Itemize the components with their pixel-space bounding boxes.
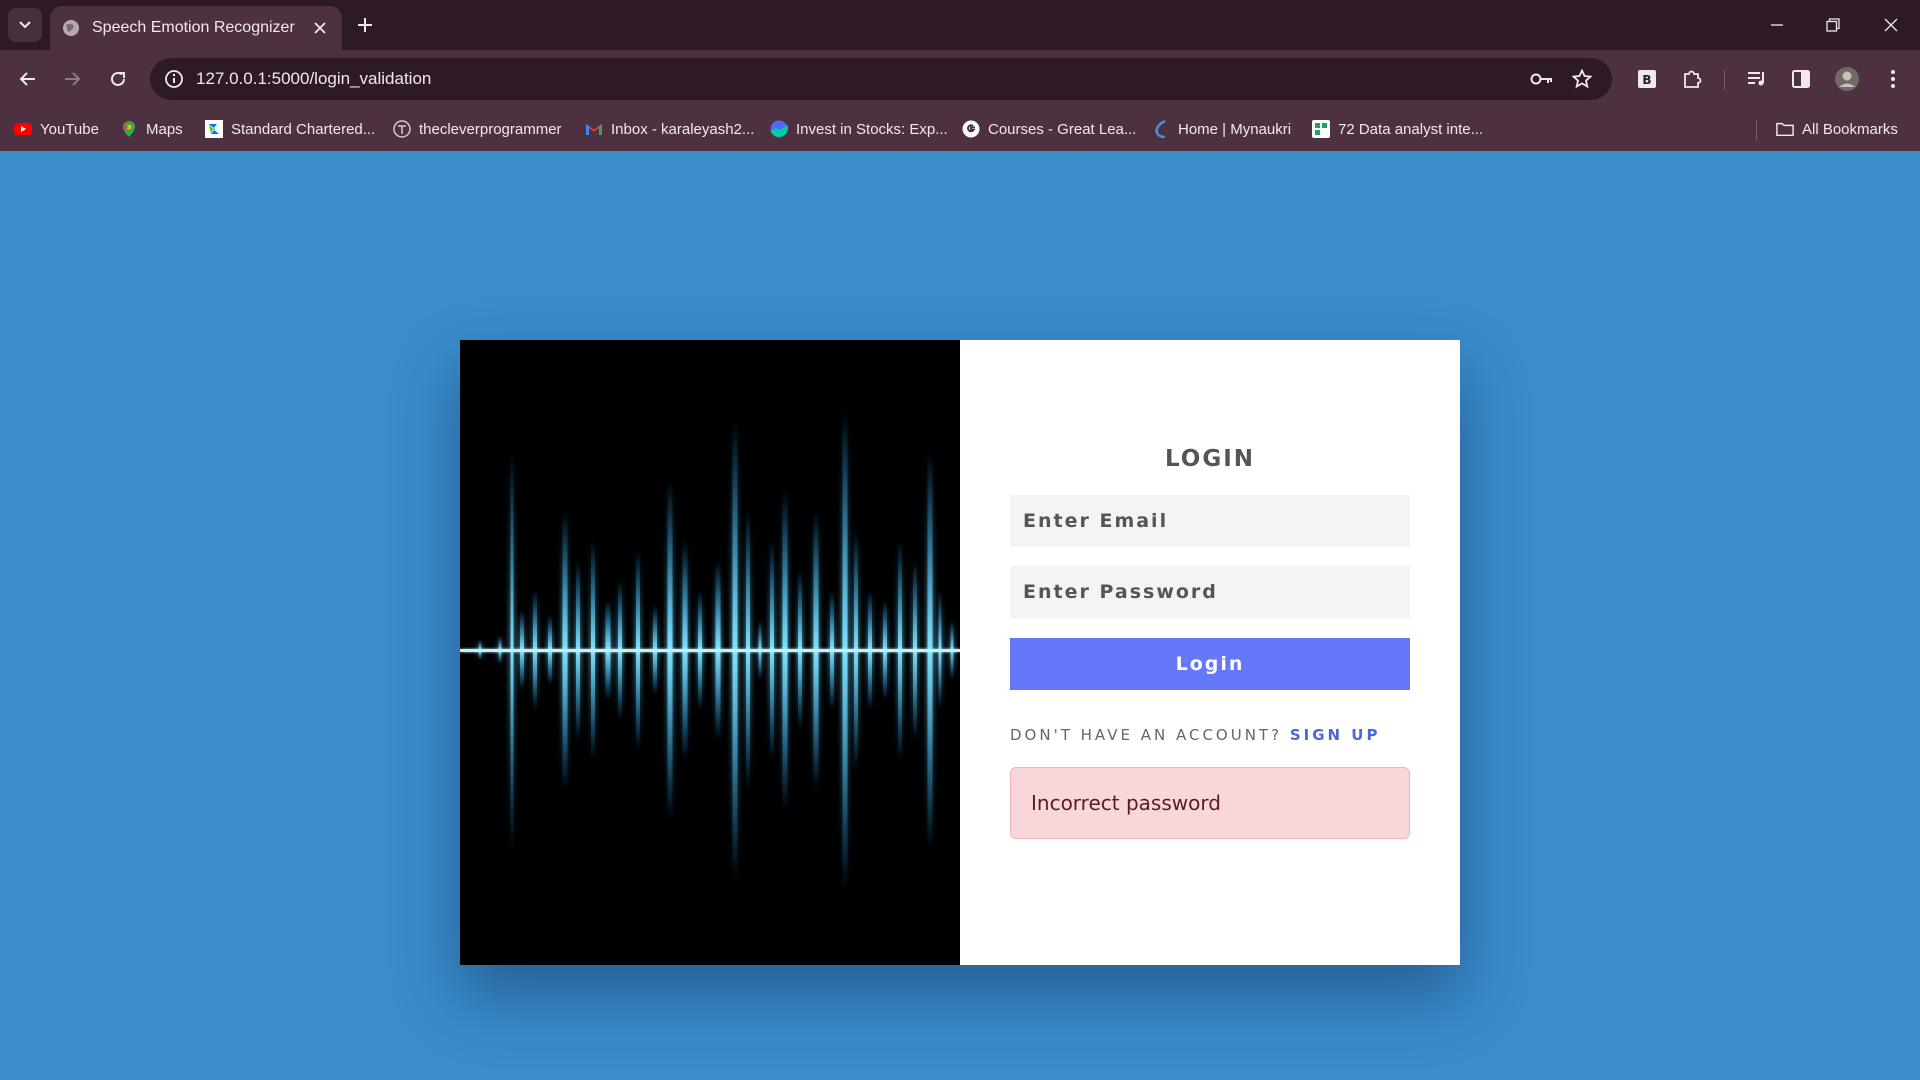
bookmark-youtube[interactable]: YouTube bbox=[14, 116, 99, 142]
minimize-icon bbox=[1771, 24, 1783, 26]
bookmark-standard-chartered[interactable]: Standard Chartered... bbox=[205, 116, 375, 142]
bookmark-maps[interactable]: Maps bbox=[120, 116, 183, 142]
browser-titlebar: Speech Emotion Recognizer bbox=[0, 0, 1920, 50]
bookmark-thecleverprogrammer[interactable]: thecleverprogrammer bbox=[393, 116, 562, 142]
thecleverprogrammer-icon bbox=[393, 120, 411, 138]
google-icon bbox=[962, 120, 980, 138]
bookmark-mynaukri[interactable]: Home | Mynaukri bbox=[1152, 116, 1291, 142]
minimize-button[interactable] bbox=[1762, 10, 1792, 40]
kebab-menu-icon bbox=[1891, 70, 1895, 88]
media-controls-button[interactable] bbox=[1742, 64, 1772, 94]
bookmark-label: Standard Chartered... bbox=[231, 120, 376, 138]
forward-button[interactable] bbox=[56, 63, 88, 95]
close-window-button[interactable] bbox=[1876, 10, 1906, 40]
close-icon bbox=[1884, 18, 1898, 32]
new-tab-button[interactable] bbox=[352, 12, 378, 38]
bookmark-label: Maps bbox=[146, 120, 183, 138]
toolbar-separator bbox=[1724, 70, 1725, 90]
naukri-icon bbox=[1152, 120, 1170, 138]
bookmark-label: YouTube bbox=[40, 120, 99, 138]
restore-icon bbox=[1826, 18, 1840, 32]
side-panel-button[interactable] bbox=[1786, 64, 1816, 94]
globe-icon bbox=[63, 20, 79, 36]
plus-icon bbox=[358, 18, 372, 32]
browser-toolbar: 127.0.0.1:5000/login_validation B bbox=[0, 50, 1920, 108]
browser-tab[interactable]: Speech Emotion Recognizer bbox=[50, 6, 342, 50]
login-title: LOGIN bbox=[1164, 446, 1256, 472]
url-text[interactable]: 127.0.0.1:5000/login_validation bbox=[196, 69, 431, 89]
email-input[interactable] bbox=[1010, 495, 1410, 547]
b-extension-icon: B bbox=[1638, 70, 1656, 88]
svg-text:B: B bbox=[1642, 73, 1651, 87]
all-bookmarks-button[interactable]: All Bookmarks bbox=[1776, 116, 1898, 142]
playlist-icon bbox=[1748, 72, 1764, 86]
key-icon bbox=[1530, 73, 1552, 85]
reload-button[interactable] bbox=[102, 63, 134, 95]
bookmark-great-learning[interactable]: Courses - Great Lea... bbox=[962, 116, 1136, 142]
error-alert: Incorrect password bbox=[1010, 767, 1410, 839]
bookmark-groww[interactable]: Invest in Stocks: Exp... bbox=[770, 116, 948, 142]
side-panel-icon bbox=[1792, 70, 1810, 88]
info-icon bbox=[165, 70, 183, 88]
bookmark-gmail-inbox[interactable]: Inbox - karaleyash2... bbox=[585, 116, 754, 142]
browser-menu-button[interactable] bbox=[1878, 64, 1908, 94]
bookmark-label: Invest in Stocks: Exp... bbox=[796, 120, 948, 138]
all-bookmarks-label: All Bookmarks bbox=[1802, 120, 1898, 138]
wave-baseline bbox=[460, 649, 960, 652]
page-background: LOGIN Login DON'T HAVE AN ACCOUNT? SIGN … bbox=[0, 151, 1920, 1080]
bookmarks-separator bbox=[1756, 120, 1757, 140]
restore-button[interactable] bbox=[1818, 10, 1848, 40]
star-icon bbox=[1572, 69, 1592, 89]
bookmark-label: 72 Data analyst inte... bbox=[1338, 120, 1484, 138]
password-key-button[interactable] bbox=[1530, 67, 1554, 91]
signup-link[interactable]: SIGN UP bbox=[1290, 726, 1381, 744]
sheet-icon bbox=[1312, 120, 1330, 138]
reload-icon bbox=[111, 71, 125, 86]
puzzle-icon bbox=[1684, 70, 1702, 88]
bookmark-star-button[interactable] bbox=[1570, 67, 1594, 91]
bookmark-label: Home | Mynaukri bbox=[1178, 120, 1292, 138]
standard-chartered-icon bbox=[205, 120, 223, 138]
extension-b-button[interactable]: B bbox=[1632, 64, 1662, 94]
bookmark-label: Inbox - karaleyash2... bbox=[611, 120, 755, 138]
youtube-icon bbox=[14, 120, 32, 138]
login-card: LOGIN Login DON'T HAVE AN ACCOUNT? SIGN … bbox=[460, 340, 1460, 965]
tab-title: Speech Emotion Recognizer bbox=[92, 19, 295, 36]
address-bar[interactable]: 127.0.0.1:5000/login_validation bbox=[150, 58, 1612, 100]
avatar-icon bbox=[1835, 67, 1859, 91]
chevron-down-icon bbox=[19, 21, 31, 29]
password-input[interactable] bbox=[1010, 566, 1410, 618]
extensions-button[interactable] bbox=[1677, 64, 1707, 94]
profile-button[interactable] bbox=[1832, 64, 1862, 94]
signup-prompt: DON'T HAVE AN ACCOUNT? SIGN UP bbox=[1010, 726, 1380, 744]
no-account-text: DON'T HAVE AN ACCOUNT? bbox=[1010, 726, 1283, 744]
groww-icon bbox=[770, 120, 788, 138]
gmail-icon bbox=[585, 120, 603, 138]
sound-wave-image bbox=[460, 340, 960, 965]
bookmark-label: Courses - Great Lea... bbox=[988, 120, 1137, 138]
tab-close-button[interactable] bbox=[310, 18, 330, 38]
error-message: Incorrect password bbox=[1031, 791, 1221, 815]
back-button[interactable] bbox=[12, 63, 44, 95]
bookmarks-bar: YouTube Maps Standard Chartered... thecl… bbox=[0, 108, 1920, 151]
tab-search-button[interactable] bbox=[8, 8, 42, 42]
bookmark-label: thecleverprogrammer bbox=[419, 120, 562, 138]
arrow-left-icon bbox=[19, 72, 35, 86]
maps-icon bbox=[120, 120, 138, 138]
login-button[interactable]: Login bbox=[1010, 638, 1410, 690]
sound-wave-graphic bbox=[460, 410, 960, 890]
site-info-button[interactable] bbox=[162, 67, 186, 91]
arrow-right-icon bbox=[65, 72, 81, 86]
folder-icon bbox=[1776, 120, 1794, 138]
bookmark-data-analyst[interactable]: 72 Data analyst inte... bbox=[1312, 116, 1483, 142]
close-icon bbox=[314, 22, 326, 34]
login-form: LOGIN Login DON'T HAVE AN ACCOUNT? SIGN … bbox=[960, 340, 1460, 965]
